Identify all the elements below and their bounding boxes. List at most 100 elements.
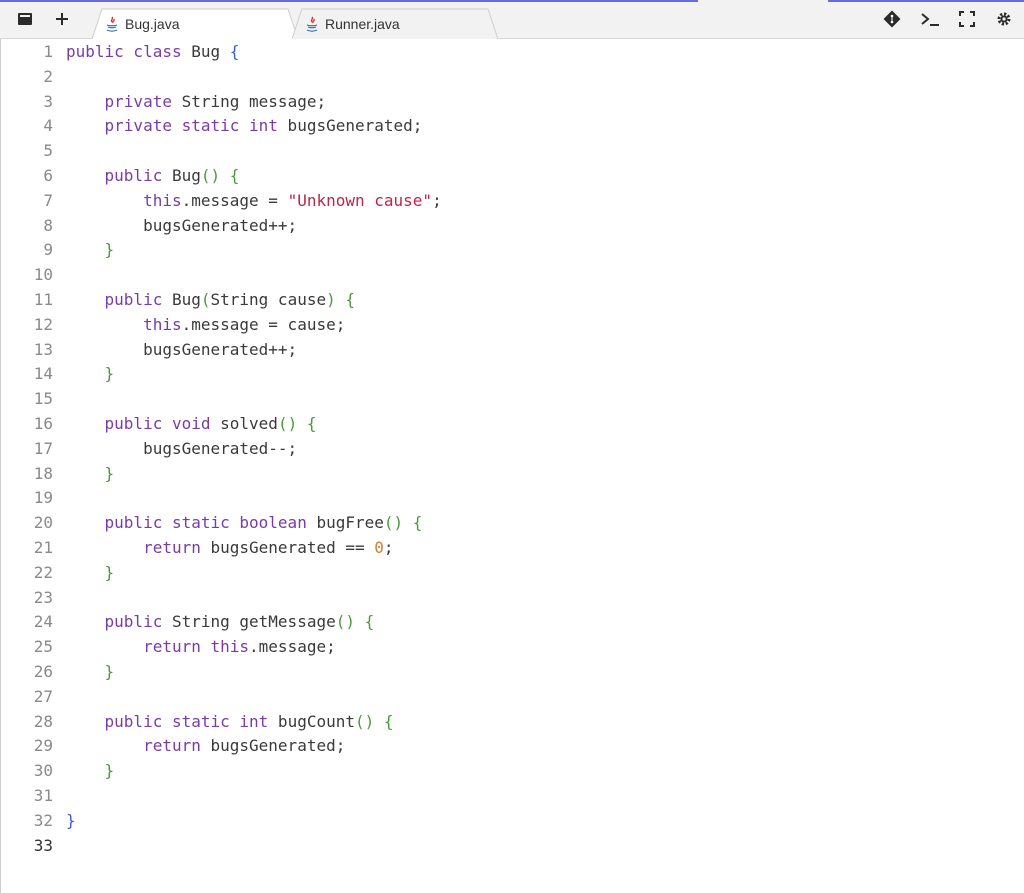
code-line[interactable]: 18 } — [1, 461, 1001, 486]
line-number: 11 — [33, 290, 53, 309]
line-number: 9 — [43, 240, 53, 260]
line-number: 23 — [33, 587, 53, 607]
code-line[interactable]: 10 — [1, 262, 1001, 287]
line-number: 24 — [33, 612, 53, 632]
code-line[interactable]: 4 private static int bugsGenerated; — [1, 113, 1001, 138]
code-text: return bugsGenerated; — [66, 733, 345, 758]
code-token: ( — [200, 290, 211, 309]
line-number: 32 — [33, 810, 53, 830]
tab-runner-java[interactable]: Runner.java — [292, 8, 498, 39]
code-token: public — [104, 166, 163, 185]
code-line[interactable]: 17 bugsGenerated--; — [1, 436, 1001, 461]
code-token: private — [104, 91, 172, 111]
line-number: 19 — [33, 488, 53, 508]
code-line[interactable]: 27 — [1, 684, 1001, 709]
terminal-icon[interactable] — [919, 9, 941, 29]
code-line[interactable]: 14 } — [1, 361, 1001, 386]
code-line[interactable]: 12 this.message = cause; — [1, 312, 1001, 337]
code-line[interactable]: 21 return bugsGenerated == 0; — [1, 535, 1001, 560]
code-line[interactable]: 6 public Bug() { — [1, 163, 1001, 188]
code-line[interactable]: 30 } — [1, 758, 1001, 783]
git-icon[interactable] — [882, 9, 902, 29]
code-text: this.message = cause; — [66, 312, 345, 337]
code-line[interactable]: 25 return this.message; — [1, 634, 1001, 659]
code-token: String getMessage — [162, 612, 336, 632]
gear-icon[interactable] — [994, 9, 1014, 29]
code-token: "Unknown cause" — [287, 190, 433, 210]
code-token: } — [104, 761, 115, 781]
code-line[interactable]: 16 public void solved() { — [1, 411, 1001, 436]
accent-bar-right — [828, 0, 1024, 2]
code-line[interactable]: 9 } — [1, 237, 1001, 262]
code-token: { — [229, 42, 240, 61]
code-text: public static int bugCount() { — [66, 709, 394, 734]
code-text: bugsGenerated++; — [66, 337, 297, 362]
line-number: 1 — [43, 42, 53, 61]
code-text: public class Bug { — [66, 39, 239, 64]
java-icon — [306, 16, 318, 32]
tab-label: Runner.java — [325, 16, 400, 32]
line-number: 4 — [43, 116, 53, 136]
code-line[interactable]: 8 bugsGenerated++; — [1, 213, 1001, 238]
line-number: 3 — [43, 91, 53, 111]
line-number: 29 — [33, 736, 53, 756]
fullscreen-icon[interactable] — [957, 9, 977, 29]
code-line[interactable]: 13 bugsGenerated++; — [1, 337, 1001, 362]
code-text: } — [66, 659, 115, 684]
code-token: bugFree — [306, 513, 384, 533]
code-line[interactable]: 24 public String getMessage() { — [1, 609, 1001, 634]
code-line[interactable]: 5 — [1, 138, 1001, 163]
code-token: public — [104, 290, 163, 309]
code-line[interactable]: 31 — [1, 783, 1001, 808]
code-token: public static boolean — [104, 513, 307, 533]
tab-bug-java[interactable]: Bug.java — [92, 8, 298, 39]
code-line[interactable]: 29 return bugsGenerated; — [1, 733, 1001, 758]
code-token: private static int — [104, 116, 278, 136]
code-text: bugsGenerated--; — [66, 436, 297, 461]
code-line[interactable]: 1 public class Bug { — [1, 39, 1001, 64]
file-icon[interactable] — [15, 9, 35, 29]
code-line[interactable]: 11 public Bug(String cause) { — [1, 287, 1001, 312]
line-number: 27 — [33, 686, 53, 706]
code-line[interactable]: 19 — [1, 485, 1001, 510]
code-line[interactable]: 15 — [1, 386, 1001, 411]
code-editor[interactable]: 1 public class Bug {2 3 private String mes… — [0, 39, 1024, 893]
code-line[interactable]: 33 — [1, 833, 1001, 858]
code-line[interactable]: 22 } — [1, 560, 1001, 585]
code-text: public void solved() { — [66, 411, 317, 436]
code-text: return this.message; — [66, 634, 336, 659]
code-token: } — [104, 463, 115, 483]
code-line[interactable]: 28 public static int bugCount() { — [1, 709, 1001, 734]
code-line[interactable]: 23 — [1, 585, 1001, 610]
code-line[interactable]: 20 public static boolean bugFree() { — [1, 510, 1001, 535]
plus-icon[interactable] — [52, 9, 72, 29]
code-text: } — [66, 758, 115, 783]
code-line[interactable]: 2 — [1, 64, 1001, 89]
code-line[interactable]: 32} — [1, 808, 1001, 833]
code-line[interactable]: 26 } — [1, 659, 1001, 684]
code-line[interactable]: 7 this.message = "Unknown cause"; — [1, 188, 1001, 213]
line-number: 28 — [33, 711, 53, 731]
code-token: Bug — [162, 166, 201, 185]
code-line[interactable]: 3 private String message; — [1, 89, 1001, 114]
code-token: } — [104, 562, 115, 582]
code-token: } — [104, 364, 115, 384]
code-token: ; — [383, 538, 394, 557]
line-number: 5 — [43, 141, 53, 161]
code-token: ; — [432, 190, 442, 210]
code-token: String cause — [210, 290, 327, 309]
line-number: 14 — [33, 364, 53, 384]
line-number: 17 — [33, 438, 53, 458]
line-number: 26 — [33, 662, 53, 681]
